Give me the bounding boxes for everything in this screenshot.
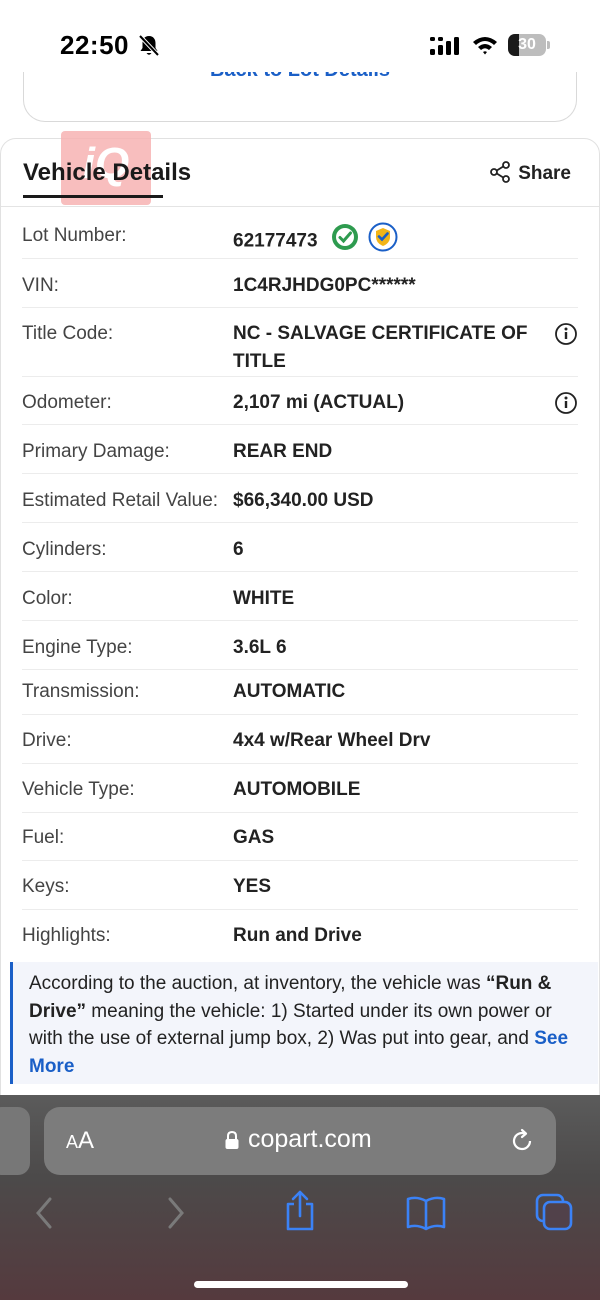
home-indicator[interactable] [194, 1281, 408, 1288]
row-label: Keys: [22, 876, 70, 897]
row-label: Estimated Retail Value: [22, 490, 219, 511]
fuel-value: GAS [233, 827, 275, 848]
lot-number-value: 62177473 [233, 222, 533, 261]
vehicle-type-value: AUTOMOBILE [233, 779, 361, 800]
url-text[interactable]: copart.com [248, 1125, 372, 1154]
detail-row-color: Color: WHITE [22, 585, 578, 621]
previous-tab-peek[interactable] [0, 1107, 30, 1175]
row-label: Cylinders: [22, 539, 107, 560]
lock-icon [224, 1130, 240, 1155]
battery-icon: 30 [508, 34, 550, 56]
row-label: Engine Type: [22, 637, 133, 658]
back-chevron-icon[interactable] [30, 1193, 60, 1238]
detail-row-vin: VIN: 1C4RJHDG0PC****** [22, 272, 578, 308]
wifi-icon [472, 34, 498, 61]
row-label: Primary Damage: [22, 441, 170, 462]
row-label: Color: [22, 588, 73, 609]
detail-row-highlights: Highlights: Run and Drive [22, 922, 578, 954]
detail-row-transmission: Transmission: AUTOMATIC [22, 678, 578, 715]
row-label: Title Code: [22, 323, 114, 344]
vin-value: 1C4RJHDG0PC****** [233, 275, 416, 296]
row-label: Fuel: [22, 827, 65, 848]
row-label: Drive: [22, 730, 72, 751]
vehicle-details-header: iQ Vehicle Details Share [1, 131, 599, 207]
drive-value: 4x4 w/Rear Wheel Drv [233, 730, 431, 751]
row-label: VIN: [22, 275, 59, 296]
reader-aa-button[interactable]: AA [66, 1127, 94, 1155]
forward-chevron-icon[interactable] [160, 1193, 190, 1238]
section-title: Vehicle Details [23, 159, 192, 186]
engine-type-value: 3.6L 6 [233, 637, 287, 658]
note-prefix: According to the auction, at inventory, … [29, 973, 486, 994]
bookmarks-icon[interactable] [405, 1193, 447, 1238]
shield-badge-icon[interactable] [368, 222, 398, 261]
detail-row-odometer: Odometer: 2,107 mi (ACTUAL) [22, 389, 578, 425]
status-time: 22:50 [60, 30, 129, 60]
back-to-lot-card[interactable]: Back to Lot Details [23, 72, 577, 122]
info-icon[interactable] [554, 322, 578, 351]
primary-damage-value: REAR END [233, 441, 333, 462]
color-value: WHITE [233, 588, 295, 609]
address-bar[interactable]: AA copart.com [44, 1107, 556, 1175]
note-text: According to the auction, at inventory, … [29, 970, 585, 1080]
estimated-retail-value: $66,340.00 USD [233, 490, 374, 511]
row-label: Lot Number: [22, 225, 127, 246]
row-label: Highlights: [22, 925, 111, 946]
detail-row-fuel: Fuel: GAS [22, 824, 578, 861]
share-icon [488, 160, 512, 189]
info-icon[interactable] [554, 391, 578, 420]
detail-row-vehicle-type: Vehicle Type: AUTOMOBILE [22, 776, 578, 813]
detail-row-primary-damage: Primary Damage: REAR END [22, 438, 578, 474]
transmission-value: AUTOMATIC [233, 681, 346, 702]
detail-row-title-code: Title Code: NC - SALVAGE CERTIFICATE OF … [22, 320, 578, 377]
detail-row-estimated-retail-value: Estimated Retail Value: $66,340.00 USD [22, 487, 578, 523]
title-code-value: NC - SALVAGE CERTIFICATE OF TITLE [233, 323, 528, 372]
aa-large-letter: A [78, 1127, 95, 1154]
share-button[interactable]: Share [488, 159, 571, 189]
lot-number-text: 62177473 [233, 230, 318, 252]
reload-icon[interactable] [508, 1127, 536, 1160]
detail-row-keys: Keys: YES [22, 873, 578, 910]
verified-check-badge-icon[interactable] [331, 223, 359, 260]
browser-nav-icons [0, 1190, 600, 1239]
cellular-signal-icon [430, 36, 462, 61]
row-label: Vehicle Type: [22, 779, 135, 800]
detail-row-drive: Drive: 4x4 w/Rear Wheel Drv [22, 727, 578, 764]
back-to-lot-link[interactable]: Back to Lot Details [24, 72, 576, 82]
keys-value: YES [233, 876, 272, 897]
row-label: Odometer: [22, 392, 112, 413]
note-suffix: meaning the vehicle: 1) Started under it… [29, 1000, 552, 1050]
share-sheet-icon[interactable] [283, 1189, 317, 1238]
aa-small-letter: A [66, 1132, 79, 1152]
cylinders-value: 6 [233, 539, 244, 560]
battery-level: 30 [518, 36, 536, 53]
share-label: Share [518, 163, 571, 184]
detail-row-lot-number: Lot Number: 62177473 [22, 222, 578, 259]
odometer-value: 2,107 mi (ACTUAL) [233, 392, 405, 413]
title-underline [23, 195, 163, 198]
browser-toolbar: AA copart.com [0, 1095, 600, 1300]
highlights-value: Run and Drive [233, 925, 362, 946]
detail-row-cylinders: Cylinders: 6 [22, 536, 578, 572]
bell-muted-icon [138, 34, 160, 63]
row-label: Transmission: [22, 681, 140, 702]
run-and-drive-note: According to the auction, at inventory, … [10, 962, 598, 1084]
detail-row-engine-type: Engine Type: 3.6L 6 [22, 634, 578, 670]
tabs-icon[interactable] [535, 1193, 573, 1238]
